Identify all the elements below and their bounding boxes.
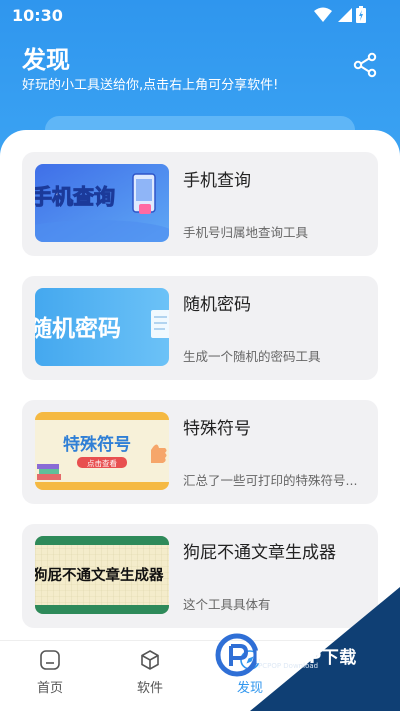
battery-icon — [356, 6, 366, 23]
nav-label: 软件 — [136, 681, 163, 696]
watermark-subtext: PCPOP Download — [258, 662, 319, 670]
tool-card-special-symbols[interactable]: 特殊符号 点击查看 特殊符号 汇总了一些可打印的特殊符号... — [22, 400, 378, 504]
pcpop-logo-icon — [215, 633, 259, 677]
card-description: 手机号归属地查询工具 — [183, 225, 309, 240]
card-title: 特殊符号 — [183, 419, 251, 439]
nav-item-home[interactable]: 首页 — [15, 649, 85, 696]
tool-card-phone-query[interactable]: 手机查询 手机查询 手机号归属地查询工具 — [22, 152, 378, 256]
cube-icon — [141, 650, 159, 670]
signal-icon — [338, 7, 352, 22]
nonsense-article-banner-text: 狗屁不通文章生成器 — [35, 566, 164, 584]
page-title: 发现 — [22, 46, 70, 74]
card-title: 随机密码 — [183, 295, 251, 315]
random-password-banner-text: 随机密码 — [35, 315, 121, 342]
status-icons — [314, 6, 366, 23]
special-symbols-banner-text: 特殊符号 — [63, 434, 131, 455]
page-subtitle: 好玩的小工具送给你,点击右上角可分享软件! — [22, 78, 279, 93]
share-icon[interactable] — [352, 52, 378, 78]
nav-label: 首页 — [36, 681, 63, 696]
phone-query-banner-text: 手机查询 — [35, 185, 115, 209]
card-title: 狗屁不通文章生成器 — [183, 543, 336, 563]
home-icon — [40, 650, 60, 670]
wifi-icon — [314, 7, 332, 22]
status-time: 10:30 — [12, 5, 63, 25]
card-description: 生成一个随机的密码工具 — [183, 349, 321, 364]
special-symbols-banner-sub: 点击查看 — [87, 458, 117, 468]
status-bar: 10:30 — [0, 0, 400, 30]
card-description: 汇总了一些可打印的特殊符号... — [183, 473, 358, 488]
nonsense-article-banner: 狗屁不通文章生成器 — [35, 536, 169, 614]
nav-item-software[interactable]: 软件 — [115, 649, 185, 696]
tool-card-random-password[interactable]: 随机密码 随机密码 生成一个随机的密码工具 — [22, 276, 378, 380]
random-password-banner: 随机密码 — [35, 288, 169, 366]
special-symbols-banner: 特殊符号 点击查看 — [35, 412, 169, 490]
phone-query-banner: 手机查询 — [35, 164, 169, 242]
card-title: 手机查询 — [183, 171, 251, 191]
